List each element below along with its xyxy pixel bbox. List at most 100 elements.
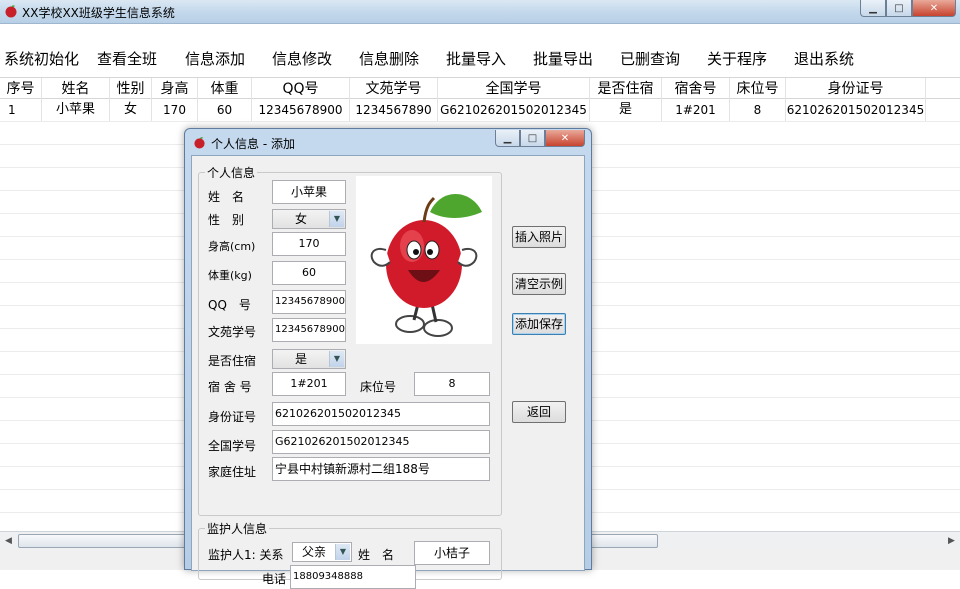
add-save-button[interactable]: 添加保存 [512,313,566,335]
back-button[interactable]: 返回 [512,401,566,423]
clear-example-button[interactable]: 清空示例 [512,273,566,295]
table-cell[interactable]: 60 [198,99,252,121]
col-header[interactable]: 宿舍号 [662,78,730,100]
height-label: 身高(cm) [208,240,256,253]
col-header[interactable]: 全国学号 [438,78,590,100]
address-field[interactable]: 宁县中村镇新源村二组188号 [272,457,490,481]
dialog-body: 个人信息 姓 名 小苹果 性 别 女 ▼ 身高(cm) 170 体重(kg) 6… [191,155,585,589]
gender-value: 女 [294,212,307,226]
window-title: XX学校XX班级学生信息系统 [22,6,175,20]
scroll-left-icon[interactable]: ◀ [0,533,17,549]
menu-init[interactable]: 系统初始化 [4,48,79,69]
table-cell[interactable]: 12345678900 [252,99,350,121]
col-header[interactable]: 床位号 [730,78,786,100]
dorm-field[interactable]: 1#201 [272,372,346,396]
table-row[interactable]: 1 小苹果 女 170 60 12345678900 1234567890 G6… [0,99,960,121]
chevron-down-icon: ▼ [329,351,344,367]
menu-edit[interactable]: 信息修改 [272,48,332,69]
maximize-icon: □ [894,2,904,14]
minimize-button[interactable]: ▁ [860,0,886,17]
personal-info-legend: 个人信息 [207,166,256,180]
guardian1-name-field[interactable]: 小桔子 [414,541,490,565]
qq-field[interactable]: 12345678900 [272,290,346,314]
guardian1-relation-label: 监护人1: 关系 [208,548,284,562]
weight-label: 体重(kg) [208,269,252,282]
table-cell[interactable]: G621026201502012345 [438,99,590,121]
col-header[interactable]: 序号 [0,78,42,100]
apple-icon [5,5,17,18]
chevron-down-icon: ▼ [335,544,350,560]
weight-field[interactable]: 60 [272,261,346,285]
add-student-dialog: 个人信息 - 添加 ▁ □ ✕ 个人信息 姓 名 小苹果 性 别 女 ▼ 身高(… [184,128,592,589]
bed-label: 床位号 [360,380,397,394]
close-icon: ✕ [560,132,570,144]
name-label: 姓 名 [208,190,245,204]
menu-import[interactable]: 批量导入 [446,48,506,69]
idcard-label: 身份证号 [208,410,257,424]
dialog-title: 个人信息 - 添加 [211,137,295,151]
grid-header: 序号 姓名 性别 身高 体重 QQ号 文苑学号 全国学号 是否住宿 宿舍号 床位… [0,77,960,100]
menu-deleted-query[interactable]: 已删查询 [620,48,680,69]
guardian1-phone-label: 电话 [262,572,287,586]
name-field[interactable]: 小苹果 [272,180,346,204]
table-cell[interactable]: 8 [730,99,786,121]
gender-select[interactable]: 女 ▼ [272,209,346,229]
col-header[interactable]: 体重 [198,78,252,100]
table-cell[interactable]: 是 [590,99,662,121]
minimize-icon: ▁ [503,132,512,144]
table-cell[interactable]: 621026201502012345 [786,99,926,121]
col-header[interactable]: 是否住宿 [590,78,662,100]
insert-photo-button[interactable]: 插入照片 [512,226,566,248]
student-photo [356,176,492,344]
scroll-right-icon[interactable]: ▶ [943,533,960,549]
menu-about[interactable]: 关于程序 [707,48,767,69]
close-button[interactable]: ✕ [912,0,956,17]
table-cell[interactable]: 1#201 [662,99,730,121]
wenyuan-field[interactable]: 12345678900 [272,318,346,342]
menu-delete[interactable]: 信息删除 [359,48,419,69]
guardian1-name-label: 姓 名 [358,548,395,562]
menu-export[interactable]: 批量导出 [533,48,593,69]
maximize-button[interactable]: □ [886,0,912,17]
boarding-select[interactable]: 是 ▼ [272,349,346,369]
window-titlebar: XX学校XX班级学生信息系统 ▁ □ ✕ [0,0,960,24]
dialog-close-button[interactable]: ✕ [545,130,585,147]
dialog-maximize-button[interactable]: □ [520,130,545,147]
col-header[interactable]: 文苑学号 [350,78,438,100]
col-header[interactable]: 姓名 [42,78,110,100]
apple-mascot-image [370,193,482,337]
boarding-label: 是否住宿 [208,354,257,368]
menu-view-class[interactable]: 查看全班 [97,48,157,69]
col-header[interactable]: 性别 [110,78,152,100]
col-header[interactable]: 身份证号 [786,78,926,100]
table-cell[interactable]: 女 [110,99,152,121]
col-header[interactable]: 身高 [152,78,198,100]
guardian1-relation-select[interactable]: 父亲 ▼ [292,542,352,562]
minimize-icon: ▁ [869,2,877,14]
menu-add[interactable]: 信息添加 [185,48,245,69]
chevron-down-icon: ▼ [329,211,344,227]
wenyuan-label: 文苑学号 [208,325,257,339]
gender-label: 性 别 [208,213,245,227]
table-cell[interactable]: 1234567890 [350,99,438,121]
table-cell[interactable]: 小苹果 [42,99,110,121]
table-cell[interactable]: 170 [152,99,198,121]
apple-icon [194,137,205,149]
height-field[interactable]: 170 [272,232,346,256]
guardian1-phone-field[interactable]: 18809348888 [290,565,416,589]
address-label: 家庭住址 [208,465,257,479]
boarding-value: 是 [294,352,307,366]
national-id-field[interactable]: G621026201502012345 [272,430,490,454]
maximize-icon: □ [527,132,538,144]
idcard-field[interactable]: 621026201502012345 [272,402,490,426]
guardian1-relation-value: 父亲 [301,545,326,559]
national-id-label: 全国学号 [208,439,257,453]
menu-bar: 系统初始化 查看全班 信息添加 信息修改 信息删除 批量导入 批量导出 已删查询… [0,24,960,76]
dialog-minimize-button[interactable]: ▁ [495,130,520,147]
qq-label: QQ 号 [208,298,251,312]
table-cell[interactable]: 1 [0,99,42,121]
col-header[interactable]: QQ号 [252,78,350,100]
dorm-label: 宿 舍 号 [208,380,252,394]
bed-field[interactable]: 8 [414,372,490,396]
menu-exit[interactable]: 退出系统 [794,48,854,69]
